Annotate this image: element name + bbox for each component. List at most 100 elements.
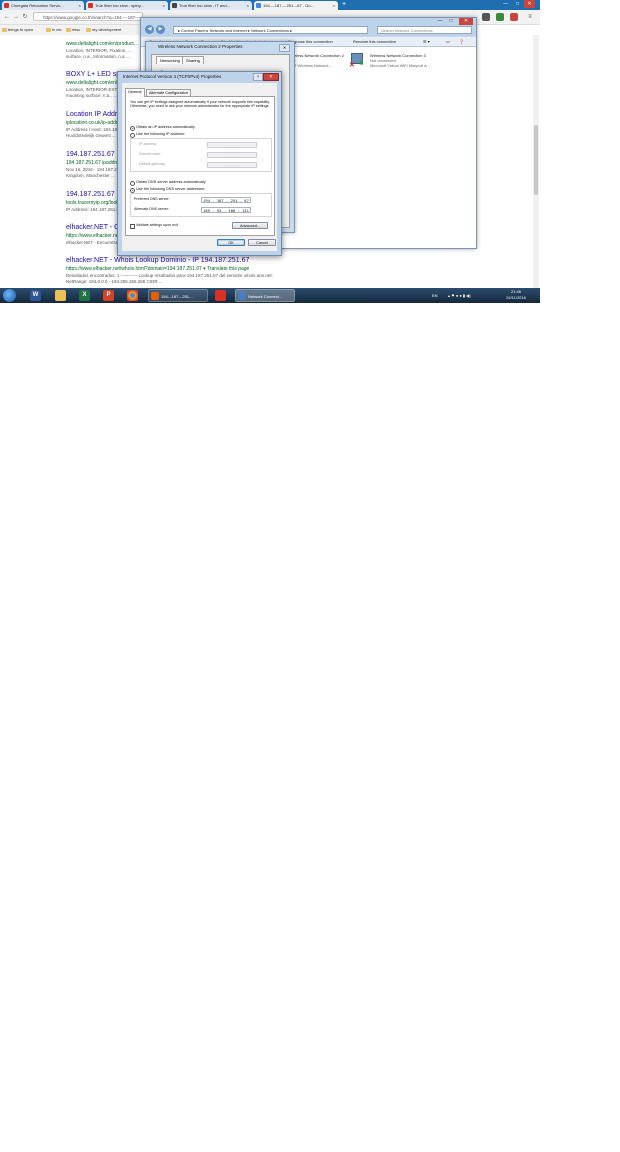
browser-tab[interactable]: True fiber too slow - spiny... ×: [86, 1, 168, 10]
search-placeholder: Search Network Connections: [381, 28, 433, 33]
browser-tab-active[interactable]: 194.---187.---251---67 - Go... ×: [254, 1, 338, 10]
close-button[interactable]: ✕: [279, 44, 290, 52]
preferred-dns-field[interactable]: 194 . 187 . 251 . 67: [201, 197, 251, 203]
back-icon[interactable]: ←: [3, 13, 11, 21]
url-text: https://www.google.co.th/search?q=194---…: [43, 15, 142, 20]
forward-icon[interactable]: →: [12, 13, 20, 21]
explorer-address-bar[interactable]: ▸ Control Panel ▸ Network and Internet ▸…: [173, 26, 368, 34]
reload-icon[interactable]: ↻: [21, 13, 29, 21]
taskbar-item-network-connections[interactable]: Network Connect...: [235, 289, 295, 302]
tab-close-icon[interactable]: ×: [247, 1, 249, 10]
rename-button[interactable]: Rename this connection: [353, 37, 396, 46]
radio-unselected-icon: [130, 181, 135, 186]
powerpoint-icon[interactable]: P: [103, 290, 114, 301]
extension-icon[interactable]: [496, 13, 504, 21]
extension-icon[interactable]: [482, 13, 490, 21]
page-scrollbar[interactable]: [533, 35, 539, 288]
help-icon[interactable]: ❓: [459, 37, 464, 46]
connection-item[interactable]: Wireless Network Connection 2 ...ail ...…: [288, 53, 344, 68]
browser-tab[interactable]: Cheegala Relocation Servic... ×: [2, 1, 84, 10]
folder-icon: [2, 28, 7, 32]
bookmark-folder[interactable]: misc: [66, 25, 80, 35]
radio-label: Use the following IP address:: [136, 132, 186, 136]
explorer-search-input[interactable]: Search Network Connections: [377, 26, 472, 34]
tab-general[interactable]: General: [125, 88, 145, 97]
disconnected-icon: ✕: [349, 62, 355, 69]
excel-icon[interactable]: X: [79, 290, 90, 301]
alternate-dns-field[interactable]: 185 . 93 . 180 . 131: [201, 207, 251, 213]
use-following-ip-radio[interactable]: Use the following IP address:: [130, 132, 186, 138]
connection-item[interactable]: Wireless Network Connection 3 Not connec…: [370, 53, 430, 68]
obtain-dns-auto-radio[interactable]: Obtain DNS server address automatically: [130, 180, 206, 186]
subnet-mask-field[interactable]: . . .: [207, 152, 257, 158]
maximize-button[interactable]: □: [446, 18, 456, 25]
back-icon[interactable]: ◀: [145, 25, 154, 34]
tab-favicon-icon: [256, 3, 261, 8]
taskbar-item-firefox[interactable]: 194---187---251-...: [148, 289, 208, 302]
close-window-button[interactable]: ✕: [524, 0, 535, 8]
network-icon: [238, 292, 246, 300]
tab-label: True fiber too slow - spiny...: [95, 3, 144, 8]
maximize-button[interactable]: □: [512, 0, 523, 8]
browser-tab-strip: Cheegala Relocation Servic... × True fib…: [0, 0, 540, 10]
result-snippet: Location, INTERIOR, Fixation, ...: [66, 48, 132, 53]
shield-icon[interactable]: [510, 13, 518, 21]
taskbar: W X P 194---187---251-... Network Connec…: [0, 288, 540, 303]
tab-close-icon[interactable]: ×: [163, 1, 165, 10]
preview-pane-icon[interactable]: ▭: [446, 37, 450, 46]
cancel-button[interactable]: Cancel: [248, 239, 276, 246]
file-explorer-icon[interactable]: [55, 290, 66, 301]
tab-close-icon[interactable]: ×: [333, 1, 335, 10]
validate-settings-checkbox[interactable]: Validate settings upon exit: [130, 223, 178, 229]
default-gateway-label: Default gateway:: [139, 162, 166, 166]
new-tab-button[interactable]: +: [340, 1, 348, 9]
subnet-mask-label: Subnet mask:: [139, 152, 161, 156]
result-url: www.deltalight.com/en/product...: [66, 41, 138, 47]
general-tab-body: You can get IP settings assigned automat…: [125, 96, 275, 236]
ok-button[interactable]: OK: [217, 239, 245, 246]
tab-networking[interactable]: Networking: [156, 56, 185, 64]
chrome-icon[interactable]: [127, 290, 138, 301]
browser-tab[interactable]: True fiber too slow - IT and... ×: [170, 1, 252, 10]
bookmark-folder[interactable]: tv etc: [46, 25, 62, 35]
default-gateway-field[interactable]: . . .: [207, 162, 257, 168]
result-snippet: Hoofdstedelijk Gewest ...: [66, 133, 116, 138]
checkbox-label: Validate settings upon exit: [136, 223, 178, 227]
folder-icon: [86, 28, 91, 32]
tray-icons[interactable]: ▴ ⚑ ● ● ▮ ◀): [448, 288, 471, 303]
screen: Cheegala Relocation Servic... × True fib…: [0, 0, 540, 303]
bookmark-label: things to open: [8, 27, 34, 32]
close-window-button[interactable]: ✕: [459, 18, 473, 25]
ip-address-group: IP address: . . . Subnet mask: . . . Def…: [130, 138, 272, 172]
result-title-link[interactable]: 194.187.251.67 ...: [66, 151, 122, 158]
result-title-link[interactable]: elhacker.NET - Whois Lookup Dominio - IP…: [66, 257, 249, 264]
bookmark-folder[interactable]: my development: [86, 25, 121, 35]
view-options-icon[interactable]: ☰ ▾: [423, 37, 430, 46]
minimize-button[interactable]: —: [500, 0, 511, 8]
app-icon[interactable]: [215, 290, 226, 301]
alternate-dns-label: Alternate DNS server:: [134, 207, 169, 211]
menu-icon[interactable]: ≡: [526, 13, 534, 21]
tab-sharing[interactable]: Sharing: [182, 56, 204, 64]
tab-label: Cheegala Relocation Servic...: [11, 3, 64, 8]
obtain-ip-auto-radio[interactable]: Obtain an IP address automatically: [130, 125, 195, 131]
close-button[interactable]: ✕: [263, 73, 279, 81]
use-following-dns-radio[interactable]: Use the following DNS server addresses:: [130, 187, 205, 193]
explorer-title-bar: — □ ✕ ◀ ▶ ▸ Control Panel ▸ Network and …: [141, 18, 476, 36]
advanced-button[interactable]: Advanced...: [232, 222, 268, 229]
ip-address-field[interactable]: . . .: [207, 142, 257, 148]
tab-favicon-icon: [4, 3, 9, 8]
result-snippet: NetRange: 194.0.0.0 - 194.255.255.255 CI…: [66, 279, 163, 284]
system-clock[interactable]: 21:46 24/11/2016: [498, 289, 534, 300]
help-button[interactable]: ?: [253, 73, 263, 81]
firefox-icon: [151, 292, 159, 300]
minimize-button[interactable]: —: [435, 18, 445, 25]
start-button[interactable]: [3, 289, 16, 302]
word-icon[interactable]: W: [30, 290, 41, 301]
scrollbar-thumb[interactable]: [534, 125, 538, 195]
bookmark-folder[interactable]: things to open: [2, 25, 33, 35]
address-bar[interactable]: https://www.google.co.th/search?q=194---…: [33, 12, 143, 21]
tab-close-icon[interactable]: ×: [79, 1, 81, 10]
language-indicator[interactable]: EN: [432, 288, 438, 303]
forward-icon[interactable]: ▶: [156, 25, 165, 34]
